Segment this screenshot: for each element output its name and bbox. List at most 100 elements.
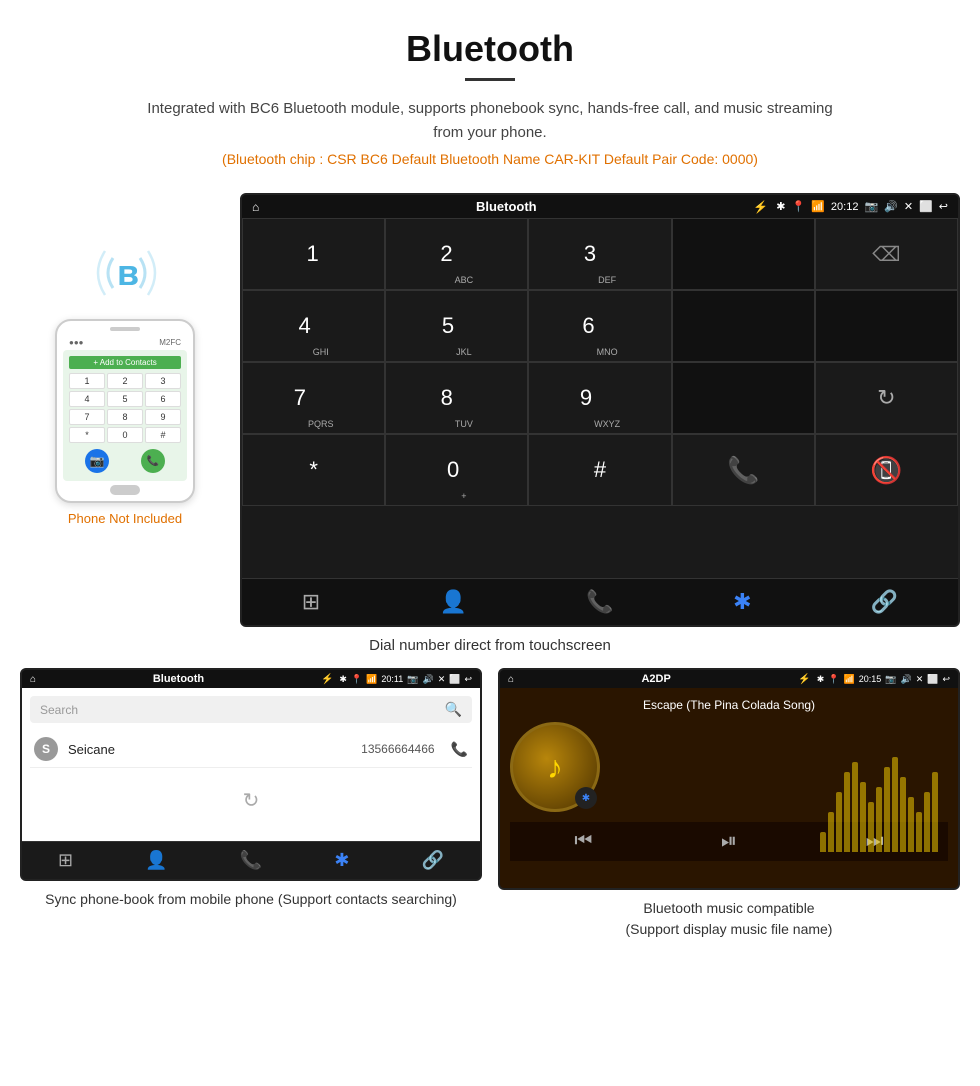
music-screen: ⌂ A2DP ⚡ ✱ 📍 📶 20:15 📷 🔊 ✕ ⬜ ↩ Escape (T…: [498, 668, 960, 890]
empty-area: ↻: [30, 768, 472, 833]
prev-track-icon[interactable]: ⏮: [574, 830, 592, 853]
key-hash[interactable]: #: [528, 434, 671, 506]
search-placeholder: Search: [40, 703, 78, 717]
phonebook-status-bar: ⌂ Bluetooth ⚡ ✱ 📍 📶 20:11 📷 🔊 ✕ ⬜ ↩: [22, 670, 480, 688]
bt-badge-icon: ✱: [575, 787, 597, 809]
phone-key-8[interactable]: 8: [107, 409, 143, 425]
refresh-key[interactable]: ↻: [815, 362, 958, 434]
pb-grid-icon[interactable]: ⊞: [58, 850, 73, 871]
phone-home-button[interactable]: [110, 485, 140, 495]
search-bar[interactable]: Search 🔍: [30, 696, 472, 723]
phone-key-hash[interactable]: #: [145, 427, 181, 443]
link-icon[interactable]: 🔗: [871, 589, 898, 615]
vis-bar-11: [900, 777, 906, 852]
vis-bar-2: [828, 812, 834, 852]
phone-key-3[interactable]: 3: [145, 373, 181, 389]
svg-text:ʙ: ʙ: [117, 252, 139, 293]
key-empty-1: [672, 218, 815, 290]
key-6[interactable]: 6MNO: [528, 290, 671, 362]
pb-link-icon[interactable]: 🔗: [422, 850, 444, 871]
key-empty-2: [672, 290, 815, 362]
screen-title: Bluetooth: [267, 199, 745, 214]
key-star[interactable]: *: [242, 434, 385, 506]
call-green-key[interactable]: 📞: [672, 434, 815, 506]
key-2[interactable]: 2ABC: [385, 218, 528, 290]
phone-key-4[interactable]: 4: [69, 391, 105, 407]
video-btn[interactable]: 📷: [85, 449, 109, 473]
bt-info: (Bluetooth chip : CSR BC6 Default Blueto…: [20, 151, 960, 167]
key-8[interactable]: 8TUV: [385, 362, 528, 434]
vis-bar-10: [892, 757, 898, 852]
title-divider: [465, 78, 515, 81]
page-title: Bluetooth: [20, 28, 960, 70]
page-description: Integrated with BC6 Bluetooth module, su…: [140, 97, 840, 145]
call-red-key[interactable]: 📵: [815, 434, 958, 506]
grid-icon[interactable]: ⊞: [302, 589, 320, 615]
phonebook-caption: Sync phone-book from mobile phone (Suppo…: [20, 889, 482, 910]
pb-user-icon[interactable]: 👤: [145, 850, 167, 871]
contact-row: S Seicane 13566664466 📞: [30, 731, 472, 768]
key-1[interactable]: 1: [242, 218, 385, 290]
key-4[interactable]: 4GHI: [242, 290, 385, 362]
dialpad: 1 2ABC 3DEF ⌫ 4GHI 5JKL 6MNO 7PQRS 8TUV …: [242, 218, 958, 578]
bt-waves-icon: ʙ: [85, 233, 165, 313]
album-art: ♪ ✱: [510, 722, 600, 812]
sync-icon[interactable]: ↻: [243, 790, 260, 812]
vis-bar-3: [836, 792, 842, 852]
key-3[interactable]: 3DEF: [528, 218, 671, 290]
status-icons: ✱ 📍 📶 20:12 📷 🔊 ✕ ⬜ ↩: [776, 200, 948, 213]
phone-key-6[interactable]: 6: [145, 391, 181, 407]
key-0[interactable]: 0+: [385, 434, 528, 506]
key-9[interactable]: 9WXYZ: [528, 362, 671, 434]
vis-bar-5: [852, 762, 858, 852]
phone-key-star[interactable]: *: [69, 427, 105, 443]
vis-bar-8: [876, 787, 882, 852]
android-screen-large: ⌂ Bluetooth ⚡ ✱ 📍 📶 20:12 📷 🔊 ✕ ⬜ ↩ 1 2A…: [240, 193, 960, 627]
bt-waves-container: ʙ: [85, 233, 165, 313]
pb-phone-icon[interactable]: 📞: [240, 850, 262, 871]
music-caption: Bluetooth music compatible(Support displ…: [498, 898, 960, 940]
key-7[interactable]: 7PQRS: [242, 362, 385, 434]
contact-call-icon[interactable]: 📞: [451, 741, 468, 758]
phone-key-5[interactable]: 5: [107, 391, 143, 407]
music-home-icon[interactable]: ⌂: [508, 674, 514, 685]
search-icon[interactable]: 🔍: [445, 701, 462, 718]
phone-screen: + Add to Contacts 1 2 3 4 5 6 7 8 9 * 0: [63, 350, 187, 481]
call-btn[interactable]: 📞: [141, 449, 165, 473]
phone-key-7[interactable]: 7: [69, 409, 105, 425]
status-bar: ⌂ Bluetooth ⚡ ✱ 📍 📶 20:12 📷 🔊 ✕ ⬜ ↩: [242, 195, 958, 218]
pb-status-icons: ✱ 📍 📶 20:11 📷 🔊 ✕ ⬜ ↩: [339, 674, 472, 685]
music-time: 20:15: [859, 674, 882, 685]
contact-number: 13566664466: [361, 742, 434, 756]
phone-icon[interactable]: 📞: [586, 589, 613, 615]
play-pause-icon[interactable]: ⏯: [721, 830, 737, 853]
phonebook-content: Search 🔍 S Seicane 13566664466 📞 ↻: [22, 688, 480, 841]
bottom-screens: ⌂ Bluetooth ⚡ ✱ 📍 📶 20:11 📷 🔊 ✕ ⬜ ↩: [0, 668, 980, 940]
vis-bar-1: [820, 832, 826, 852]
music-note-icon: ♪: [547, 749, 563, 786]
pb-home-icon[interactable]: ⌂: [30, 674, 36, 685]
pb-bt-icon[interactable]: ✱: [334, 850, 349, 871]
phone-key-2[interactable]: 2: [107, 373, 143, 389]
music-screen-title: A2DP: [520, 673, 792, 685]
vis-bar-6: [860, 782, 866, 852]
music-content: Escape (The Pina Colada Song) ♪ ✱: [500, 688, 958, 888]
vis-bar-7: [868, 802, 874, 852]
backspace-key[interactable]: ⌫: [815, 218, 958, 290]
contact-name: Seicane: [68, 742, 351, 757]
key-5[interactable]: 5JKL: [385, 290, 528, 362]
bluetooth-icon[interactable]: ✱: [733, 589, 751, 615]
phone-key-9[interactable]: 9: [145, 409, 181, 425]
vis-bar-12: [908, 797, 914, 852]
phone-key-0[interactable]: 0: [107, 427, 143, 443]
home-icon[interactable]: ⌂: [252, 200, 259, 214]
music-status-icons: ✱ 📍 📶 20:15 📷 🔊 ✕ ⬜ ↩: [817, 674, 950, 685]
main-caption: Dial number direct from touchscreen: [0, 637, 980, 654]
phonebook-screen-wrapper: ⌂ Bluetooth ⚡ ✱ 📍 📶 20:11 📷 🔊 ✕ ⬜ ↩: [20, 668, 482, 940]
time-display: 20:12: [831, 201, 859, 213]
phone-container: ʙ ●●● M2FC + Add to Contacts 1 2 3: [20, 233, 230, 526]
phone-key-1[interactable]: 1: [69, 373, 105, 389]
vis-bar-13: [916, 812, 922, 852]
contacts-icon[interactable]: 👤: [440, 589, 467, 615]
music-visualizer: [820, 752, 938, 852]
